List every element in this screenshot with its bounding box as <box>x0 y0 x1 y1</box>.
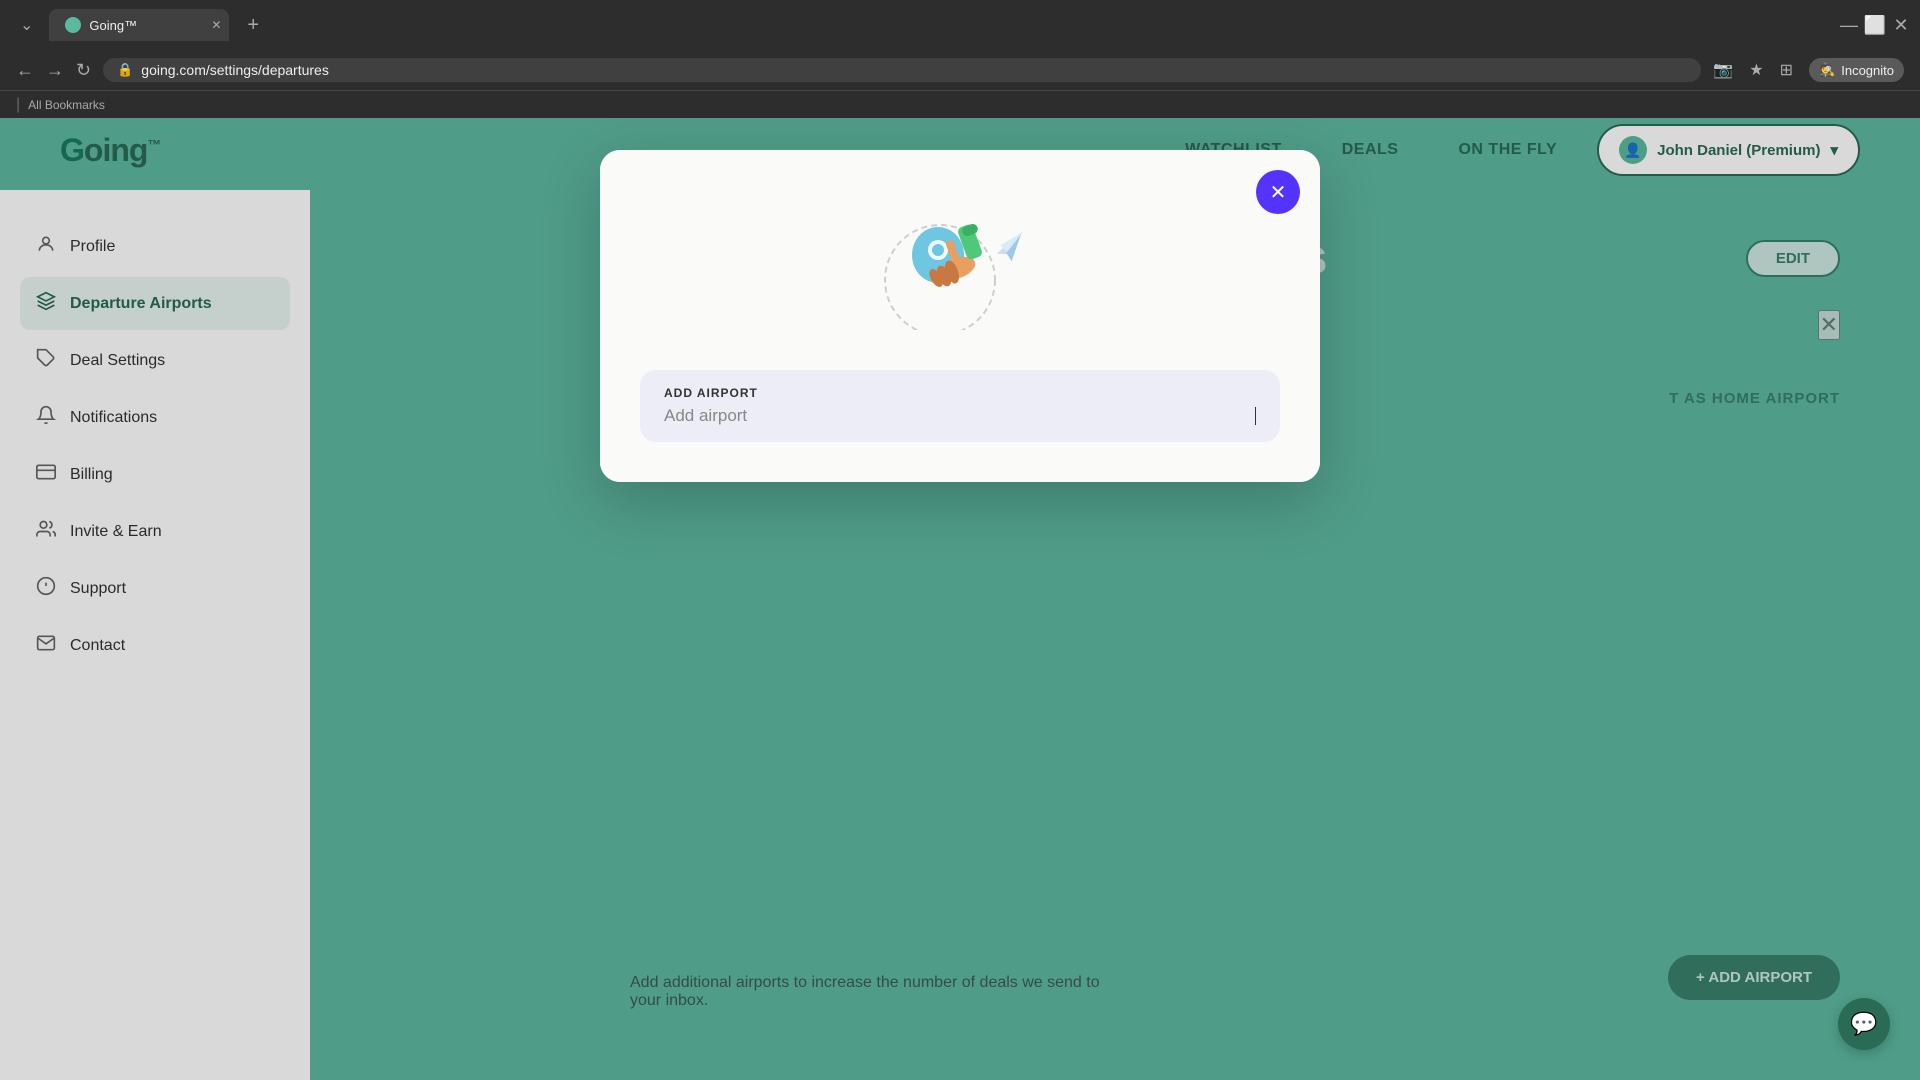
airport-input[interactable]: Add airport <box>664 406 1253 426</box>
lock-icon: 🔒 <box>117 62 133 78</box>
add-airport-modal: ✕ <box>600 150 1320 482</box>
new-tab-button[interactable]: + <box>237 10 269 41</box>
incognito-badge: 🕵 Incognito <box>1809 58 1904 82</box>
browser-title-bar: ⌄ Going™ ✕ + — ⬜ ✕ <box>0 0 1920 50</box>
reload-button[interactable]: ↻ <box>76 60 91 81</box>
browser-chrome: ⌄ Going™ ✕ + — ⬜ ✕ ← → ↻ 🔒 going.com/set… <box>0 0 1920 110</box>
close-window-button[interactable]: ✕ <box>1894 18 1908 32</box>
minimize-button[interactable]: — <box>1842 18 1856 32</box>
incognito-icon: 🕵 <box>1819 62 1835 78</box>
browser-actions: 📷 ★ ⊞ 🕵 Incognito <box>1713 58 1904 82</box>
incognito-label: Incognito <box>1841 63 1894 78</box>
address-bar: ← → ↻ 🔒 going.com/settings/departures 📷 … <box>0 50 1920 90</box>
bookmarks-divider: | <box>16 96 20 114</box>
bookmark-icon[interactable]: ★ <box>1749 60 1763 80</box>
window-controls: — ⬜ ✕ <box>1842 18 1908 32</box>
tab-list-button[interactable]: ⌄ <box>12 11 41 39</box>
modal-overlay: ✕ <box>0 110 1920 1080</box>
tab-favicon <box>65 17 81 33</box>
text-cursor <box>1255 407 1256 425</box>
airport-input-field[interactable]: ADD AIRPORT Add airport <box>640 370 1280 442</box>
field-label: ADD AIRPORT <box>664 386 1256 400</box>
page-content: Going™ WATCHLIST DEALS ON THE FLY 👤 John… <box>0 110 1920 1080</box>
maximize-button[interactable]: ⬜ <box>1868 18 1882 32</box>
tab-close-button[interactable]: ✕ <box>211 18 221 32</box>
modal-close-button[interactable]: ✕ <box>1256 170 1300 214</box>
forward-button[interactable]: → <box>46 60 64 81</box>
layout-icon[interactable]: ⊞ <box>1780 60 1793 80</box>
airport-illustration <box>850 190 1070 330</box>
close-icon: ✕ <box>1270 180 1287 205</box>
modal-illustration <box>600 150 1320 350</box>
chat-button[interactable]: 💬 <box>1838 998 1890 1050</box>
active-tab[interactable]: Going™ ✕ <box>49 9 229 41</box>
address-text: going.com/settings/departures <box>141 62 1687 78</box>
all-bookmarks-link[interactable]: All Bookmarks <box>28 98 105 112</box>
chat-icon: 💬 <box>1850 1011 1877 1037</box>
address-input-wrap[interactable]: 🔒 going.com/settings/departures <box>103 58 1701 82</box>
modal-body: ADD AIRPORT Add airport <box>600 350 1320 482</box>
back-button[interactable]: ← <box>16 60 34 81</box>
camera-off-icon[interactable]: 📷 <box>1713 60 1733 80</box>
tab-title: Going™ <box>89 18 137 33</box>
bookmarks-bar: | All Bookmarks <box>0 90 1920 118</box>
